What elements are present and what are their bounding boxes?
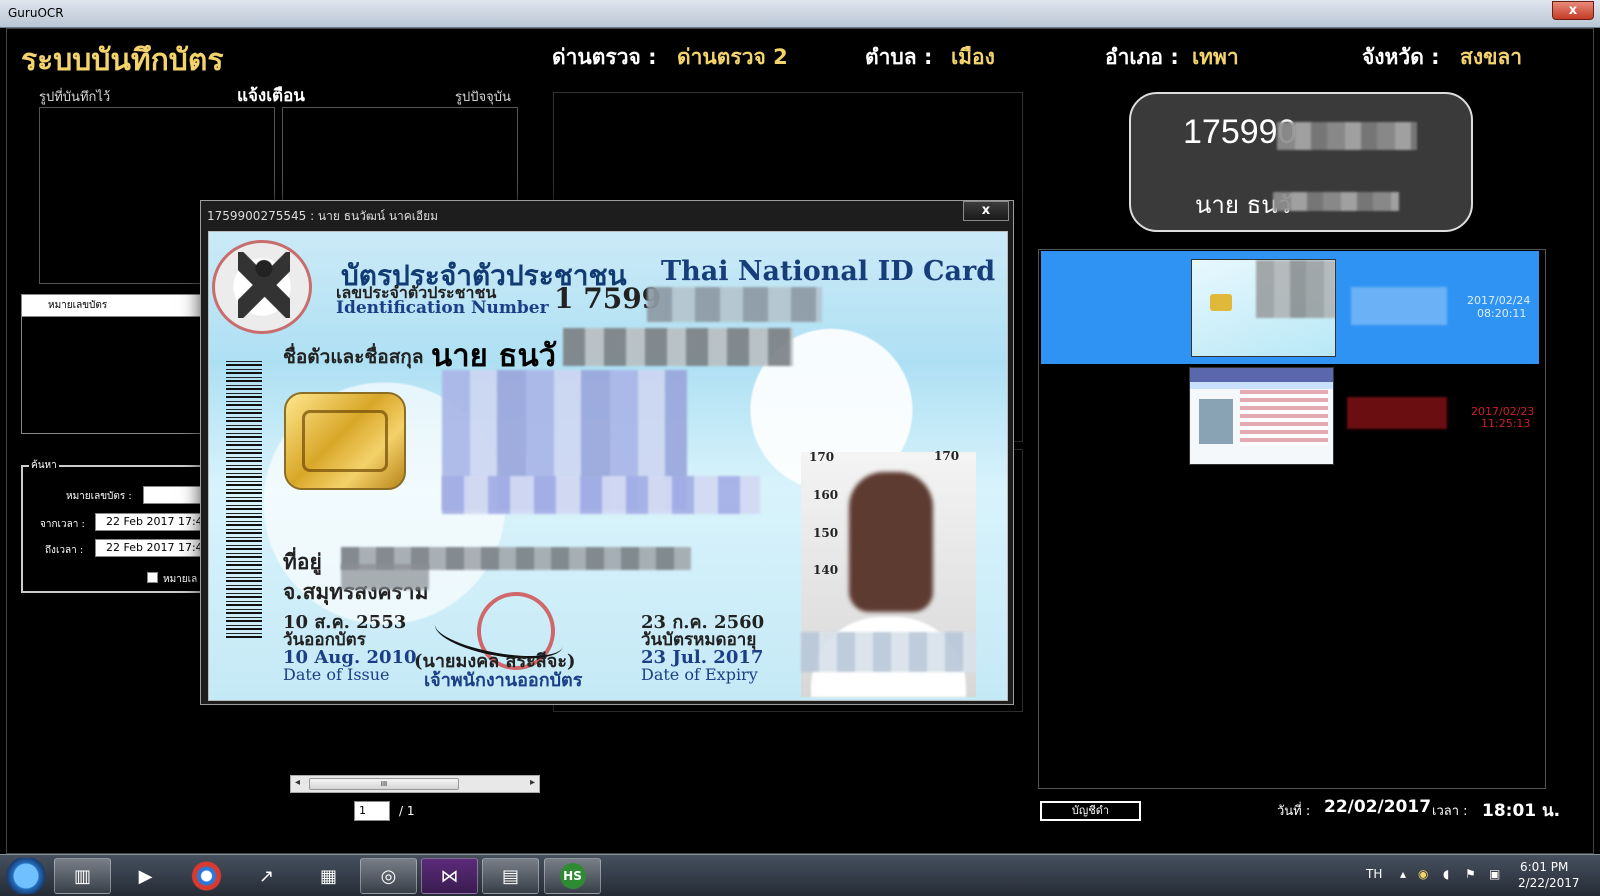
history-thumb-photo — [1199, 399, 1233, 444]
card-title-english: Thai National ID Card — [661, 256, 996, 287]
garuda-seal-icon — [212, 240, 312, 334]
activity-monitor-icon[interactable]: ↗ — [238, 858, 295, 894]
id-display-box: 175990 นาย ธนวั — [1129, 92, 1473, 232]
dialog-close-button[interactable]: x — [963, 201, 1009, 221]
blacklist-button[interactable]: บัญชีดำ — [1040, 801, 1141, 821]
height-mark-140: 140 — [813, 563, 839, 577]
history-item[interactable]: 2017/02/23 11:25:13 — [1041, 367, 1539, 472]
hs-app-label: HS — [559, 863, 586, 889]
history-thumb — [1189, 367, 1334, 465]
photo-caption-redaction — [801, 632, 976, 672]
history-name-redaction — [1351, 287, 1447, 325]
history-date: 2017/02/24 — [1467, 294, 1531, 307]
district-value: เทพา — [1192, 45, 1239, 69]
from-time-label: จากเวลา : — [40, 519, 85, 530]
thumbnail-scrollbar[interactable]: ◂ III ▸ — [290, 775, 540, 793]
history-name-redaction-red — [1347, 397, 1447, 429]
language-indicator[interactable]: TH — [1366, 867, 1382, 881]
history-time: 11:25:13 — [1481, 417, 1531, 430]
current-image-label: รูปปัจจุบัน — [455, 90, 511, 105]
footer-date-value: 22/02/2017 — [1324, 797, 1432, 817]
chrome-icon[interactable] — [178, 858, 235, 894]
province-value: สงขลา — [1460, 45, 1523, 69]
footer-time-label: เวลา : — [1432, 804, 1468, 819]
province-redaction — [341, 564, 429, 590]
province-label: จังหวัด : — [1362, 45, 1440, 69]
address-label: ที่อยู่ — [283, 549, 322, 574]
history-thumb-chip-icon — [1210, 294, 1232, 311]
window-title: GuruOCR — [8, 6, 64, 20]
card-number-checkbox[interactable] — [147, 572, 158, 583]
checkpoint-value: ด่านตรวจ 2 — [677, 45, 788, 69]
alert-label: แจ้งเตือน — [237, 86, 305, 106]
history-thumb-redaction — [1256, 260, 1335, 318]
app-title: ระบบบันทึกบัตร — [21, 43, 224, 78]
officer-label: เจ้าพนักงานออกบัตร — [424, 670, 583, 691]
document-window-icon[interactable]: ▤ — [482, 858, 539, 894]
media-player-icon[interactable]: ▶ — [117, 858, 174, 894]
history-item[interactable]: 2017/02/24 08:20:11 — [1041, 251, 1539, 364]
card-photo-face — [849, 472, 933, 612]
footer-date-label: วันที่ : — [1277, 804, 1311, 819]
card-details-redaction-2 — [442, 476, 760, 514]
settings-app-icon[interactable]: ◎ — [360, 858, 417, 894]
scroll-right-icon[interactable]: ▸ — [530, 777, 535, 788]
id-label-english: Identification Number — [336, 298, 549, 318]
garuda-icon — [238, 252, 290, 318]
checkpoint-label: ด่านตรวจ : — [552, 45, 657, 69]
page-input[interactable]: 1 — [354, 801, 390, 821]
hs-app-icon[interactable]: HS — [544, 858, 601, 894]
window-close-button[interactable]: x — [1552, 1, 1594, 20]
search-legend: ค้นหา — [29, 458, 59, 473]
history-thumb — [1191, 259, 1336, 357]
apps-grid-icon[interactable]: ▦ — [300, 858, 357, 894]
height-mark-160: 160 — [813, 488, 839, 502]
id-name-redaction — [1273, 192, 1399, 211]
card-id-number: 1 7599 — [554, 282, 662, 315]
saved-image-label: รูปที่บันทึกไว้ — [39, 90, 111, 105]
visual-studio-icon[interactable]: ⋈ — [421, 858, 478, 894]
tray-sync-icon[interactable]: ◉ — [1418, 867, 1428, 881]
clock-time[interactable]: 6:01 PM — [1520, 860, 1568, 874]
card-number-checkbox-label: หมายเล — [163, 574, 198, 585]
history-time: 08:20:11 — [1477, 307, 1527, 320]
issue-label-english: Date of Issue — [283, 665, 390, 684]
history-thumb-lines — [1240, 390, 1328, 446]
file-explorer-icon[interactable]: ▥ — [54, 858, 111, 894]
footer-time-value: 18:01 น. — [1482, 801, 1561, 821]
name-label: ชื่อตัวและชื่อสกุล — [283, 346, 424, 368]
district-label: อำเภอ : — [1105, 45, 1179, 69]
expiry-label-english: Date of Expiry — [641, 665, 758, 684]
height-mark-150: 150 — [813, 526, 839, 540]
history-panel: 2017/02/24 08:20:11 2017/02/23 11:25:13 — [1038, 249, 1546, 789]
windows-taskbar: ▥ ▶ ↗ ▦ ◎ ⋈ ▤ HS TH ▴ ◉ ◖ ⚑ ▣ 6:01 PM 2/… — [0, 854, 1600, 896]
start-button-icon[interactable] — [2, 858, 50, 894]
smart-chip-icon — [284, 392, 406, 490]
dialog-title: 1759900275545 : นาย ธนวัฒน์ นาคเอียม — [207, 209, 439, 223]
volume-icon[interactable]: ◖ — [1443, 867, 1449, 881]
tray-expand-icon[interactable]: ▴ — [1400, 867, 1406, 881]
history-thumb-banner — [1190, 368, 1333, 382]
card-number-label: หมายเลขบัตร : — [66, 491, 132, 502]
page-total: / 1 — [399, 804, 415, 818]
to-time-label: ถึงเวลา : — [45, 545, 84, 556]
subdistrict-value: เมือง — [951, 45, 995, 69]
card-id-redaction — [647, 287, 822, 322]
scroll-thumb[interactable]: III — [309, 778, 459, 790]
network-icon[interactable]: ⚑ — [1465, 867, 1476, 881]
window-titlebar: GuruOCR x — [0, 0, 1600, 28]
card-name-redaction — [563, 328, 793, 366]
barcode-icon — [226, 360, 262, 638]
height-mark-170: 170 — [809, 450, 835, 464]
height-mark-170-right: 170 — [934, 449, 960, 463]
subdistrict-label: ตำบล : — [865, 45, 933, 69]
id-number-redaction — [1277, 122, 1417, 150]
clock-date[interactable]: 2/22/2017 — [1518, 876, 1580, 890]
scroll-left-icon[interactable]: ◂ — [295, 777, 300, 788]
action-center-icon[interactable]: ▣ — [1489, 867, 1500, 881]
id-card-image: บัตรประจำตัวประชาชน Thai National ID Car… — [208, 231, 1008, 701]
chip-contacts — [302, 410, 388, 472]
card-preview-dialog: 1759900275545 : นาย ธนวัฒน์ นาคเอียม x บ… — [200, 200, 1014, 705]
